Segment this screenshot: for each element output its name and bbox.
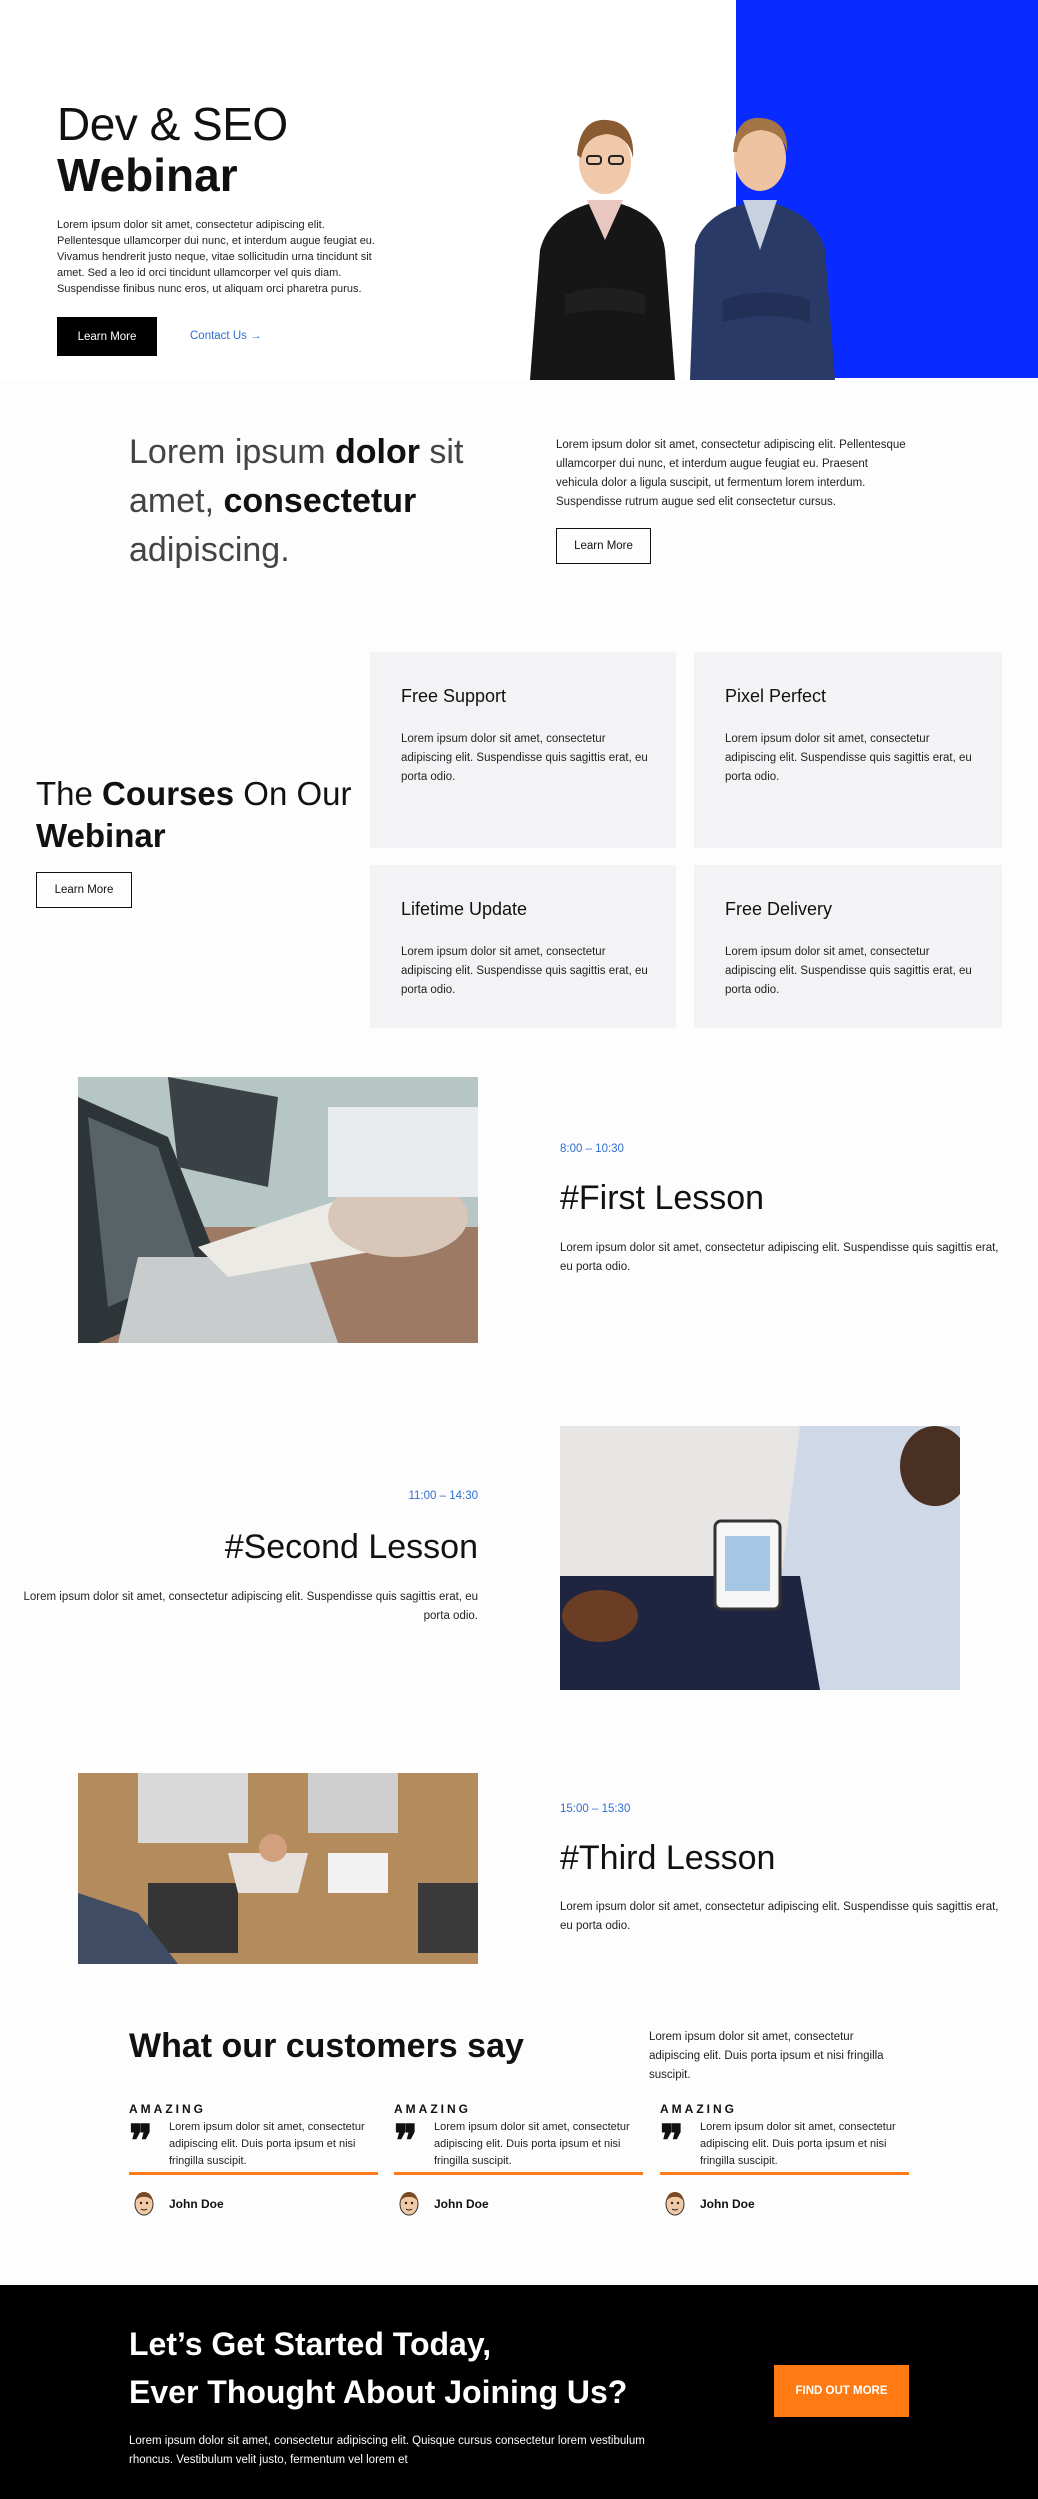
course-card: Free Delivery Lorem ipsum dolor sit amet… xyxy=(694,865,1002,1028)
course-card-title: Lifetime Update xyxy=(401,899,528,919)
testimonial-author: John Doe xyxy=(434,2197,489,2211)
cta-heading-line1: Let’s Get Started Today, xyxy=(129,2326,492,2362)
quote-icon: ❞ xyxy=(660,2116,684,2167)
course-card-text: Lorem ipsum dolor sit amet, consectetur … xyxy=(401,733,648,783)
avatar xyxy=(134,2192,154,2216)
hero-learn-more-button[interactable]: Learn More xyxy=(57,317,157,356)
lesson-time: 8:00 – 10:30 xyxy=(560,1143,624,1155)
testimonials-intro: Lorem ipsum dolor sit amet, consectetur … xyxy=(649,2031,884,2081)
hero-description: Lorem ipsum dolor sit amet, consectetur … xyxy=(57,219,375,295)
quote-icon: ❞ xyxy=(394,2116,418,2167)
lesson-description: Lorem ipsum dolor sit amet, consectetur … xyxy=(23,1591,478,1622)
lesson-1-image xyxy=(78,1077,478,1343)
testimonial-text: Lorem ipsum dolor sit amet, consectetur … xyxy=(434,2121,630,2167)
find-out-more-button[interactable]: FIND OUT MORE xyxy=(774,2365,909,2417)
testimonial-text: Lorem ipsum dolor sit amet, consectetur … xyxy=(169,2121,365,2167)
lesson-title: #First Lesson xyxy=(560,1179,765,1217)
lesson-title: #Third Lesson xyxy=(560,1839,776,1877)
courses-learn-more-button[interactable]: Learn More xyxy=(36,872,132,908)
lesson-description: Lorem ipsum dolor sit amet, consectetur … xyxy=(560,1242,999,1273)
hero-title-line2: Webinar xyxy=(57,149,238,201)
lesson-3-image xyxy=(78,1773,478,1964)
intro-heading: Lorem ipsum dolor sit amet, consectetur … xyxy=(129,433,464,569)
cta-section: Let’s Get Started Today, Ever Thought Ab… xyxy=(0,2285,1038,2499)
course-card: Lifetime Update Lorem ipsum dolor sit am… xyxy=(370,865,676,1028)
course-card-title: Pixel Perfect xyxy=(725,686,827,706)
testimonial-divider xyxy=(129,2172,378,2175)
course-card-text: Lorem ipsum dolor sit amet, consectetur … xyxy=(725,733,972,783)
testimonial-divider xyxy=(394,2172,643,2175)
intro-description: Lorem ipsum dolor sit amet, consectetur … xyxy=(556,439,906,508)
testimonial-author: John Doe xyxy=(169,2197,224,2211)
hero-title-line1: Dev & SEO xyxy=(57,98,288,150)
cta-heading-line2: Ever Thought About Joining Us? xyxy=(129,2374,628,2410)
course-card: Free Support Lorem ipsum dolor sit amet,… xyxy=(370,652,676,848)
lesson-time: 11:00 – 14:30 xyxy=(408,1490,479,1502)
testimonial-text: Lorem ipsum dolor sit amet, consectetur … xyxy=(700,2121,896,2167)
contact-us-link[interactable]: Contact Us → xyxy=(190,330,262,342)
hero-section: Dev & SEO Webinar Lorem ipsum dolor sit … xyxy=(0,0,1038,380)
testimonial-divider xyxy=(660,2172,909,2175)
testimonial-author: John Doe xyxy=(700,2197,755,2211)
avatar xyxy=(399,2192,419,2216)
cta-description: Lorem ipsum dolor sit amet, consectetur … xyxy=(129,2435,645,2466)
testimonial-label: AMAZING xyxy=(129,2102,206,2116)
testimonials-heading: What our customers say xyxy=(129,2027,524,2065)
course-card-title: Free Delivery xyxy=(725,899,833,919)
intro-learn-more-button[interactable]: Learn More xyxy=(556,528,651,564)
courses-heading: The Courses On Our Webinar xyxy=(36,775,352,854)
lesson-title: #Second Lesson xyxy=(224,1528,478,1566)
cta-heading: Let’s Get Started Today, Ever Thought Ab… xyxy=(129,2320,689,2416)
avatar xyxy=(665,2192,685,2216)
testimonial-label: AMAZING xyxy=(660,2102,737,2116)
lesson-time: 15:00 – 15:30 xyxy=(560,1803,631,1815)
course-card-text: Lorem ipsum dolor sit amet, consectetur … xyxy=(401,946,648,996)
testimonial-label: AMAZING xyxy=(394,2102,471,2116)
course-card: Pixel Perfect Lorem ipsum dolor sit amet… xyxy=(694,652,1002,848)
lesson-description: Lorem ipsum dolor sit amet, consectetur … xyxy=(560,1901,999,1932)
course-card-title: Free Support xyxy=(401,686,507,706)
lesson-2-image xyxy=(560,1426,960,1690)
course-card-text: Lorem ipsum dolor sit amet, consectetur … xyxy=(725,946,972,996)
quote-icon: ❞ xyxy=(129,2116,153,2167)
